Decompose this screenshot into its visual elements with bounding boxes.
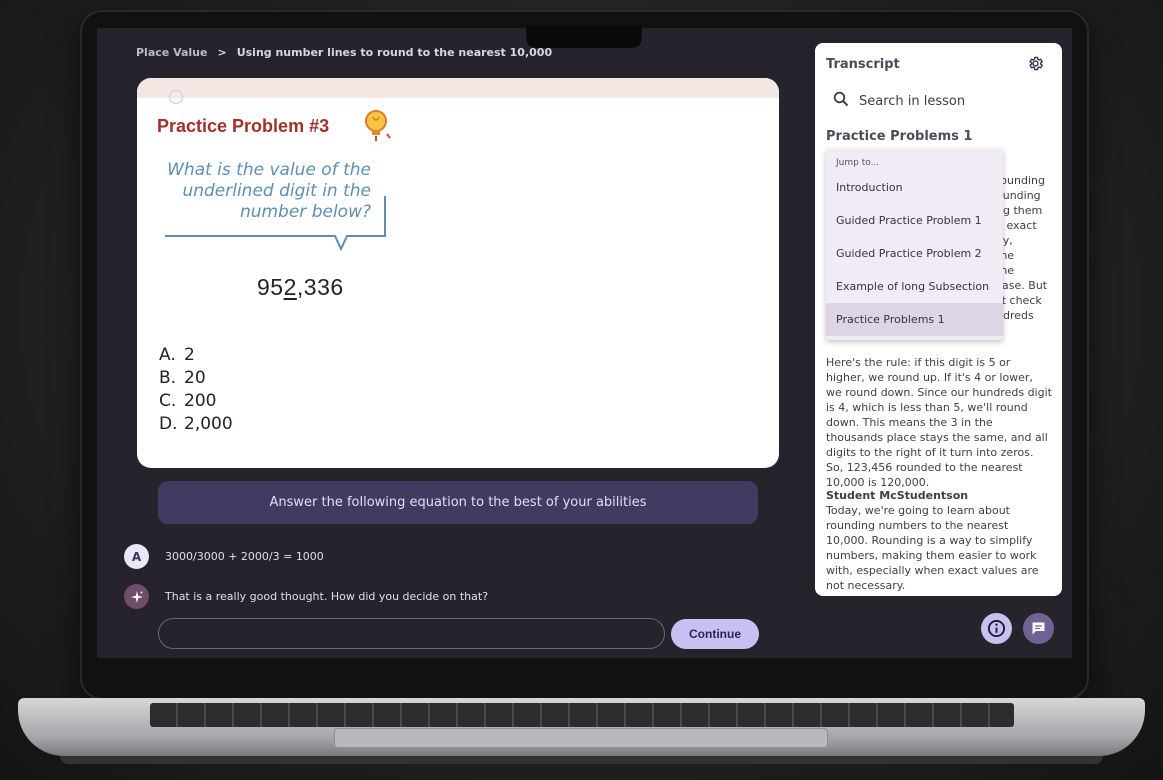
option-letter: D.	[159, 414, 178, 434]
transcript-entry: Student McStudentson Today, we're going …	[826, 488, 1052, 593]
problem-title: Practice Problem #3	[157, 116, 330, 136]
lightbulb-icon	[361, 108, 391, 146]
jump-item-long-subsection[interactable]: Example of long Subsection	[826, 270, 1003, 303]
app-screen: Place Value > Using number lines to roun…	[97, 28, 1072, 658]
problem-number: 952,336	[257, 274, 344, 301]
user-message-text: 3000/3000 + 2000/3 = 1000	[165, 550, 324, 563]
card-indicator	[169, 90, 183, 104]
option-c[interactable]: C. 200	[159, 390, 233, 413]
gear-icon[interactable]	[1027, 55, 1044, 76]
transcript-line: n exact	[996, 219, 1037, 232]
transcript-panel: Transcript Search in lesson Practice Pro…	[815, 43, 1062, 596]
transcript-speaker: Student McStudentson	[826, 489, 969, 502]
option-value: 20	[184, 368, 206, 388]
option-letter: C.	[159, 391, 177, 411]
chat-message-user: A 3000/3000 + 2000/3 = 1000	[124, 544, 324, 569]
transcript-line: the	[996, 249, 1015, 262]
transcript-line: ng them	[996, 204, 1043, 217]
instruction-banner: Answer the following equation to the bes…	[158, 481, 758, 524]
breadcrumb-separator: >	[217, 46, 227, 59]
option-letter: B.	[159, 368, 177, 388]
option-letter: A.	[159, 345, 176, 365]
jump-to-dropdown: Jump to... Introduction Guided Practice …	[826, 149, 1003, 340]
jump-item-practice-problems-1[interactable]: Practice Problems 1	[826, 303, 1003, 336]
user-avatar: A	[124, 544, 149, 569]
answer-input[interactable]	[158, 618, 665, 649]
transcript-paragraph-rule: Here's the rule: if this digit is 5 or h…	[826, 356, 1052, 489]
laptop-foot	[60, 756, 1103, 764]
option-d[interactable]: D. 2,000	[159, 413, 233, 436]
option-value: 2	[184, 345, 195, 365]
transcript-line: st check	[996, 294, 1042, 307]
transcript-line: the	[996, 264, 1015, 277]
transcript-line: case. But	[996, 279, 1048, 292]
speech-bubble-outline	[165, 196, 386, 252]
card-header-strip	[137, 78, 779, 104]
jump-to-label: Jump to...	[836, 158, 880, 168]
search-input-placeholder: Search in lesson	[859, 93, 966, 109]
chat-message-ai: That is a really good thought. How did y…	[124, 584, 488, 609]
transcript-paragraph-student: Today, we're going to learn about roundi…	[826, 504, 1039, 592]
continue-button[interactable]: Continue	[671, 619, 759, 649]
number-prefix: 95	[257, 274, 284, 300]
breadcrumb: Place Value > Using number lines to roun…	[136, 46, 552, 59]
transcript-line: ay,	[996, 234, 1013, 247]
jump-item-guided-practice-2[interactable]: Guided Practice Problem 2	[826, 237, 1003, 270]
trackpad	[334, 728, 828, 748]
transcript-section-title: Practice Problems 1	[826, 129, 973, 144]
answer-options: A. 2 B. 20 C. 200 D. 2,000	[159, 344, 233, 436]
keyboard	[150, 703, 1014, 727]
transcript-line: rounding	[996, 174, 1045, 187]
breadcrumb-current: Using number lines to round to the neare…	[236, 46, 553, 59]
jump-item-introduction[interactable]: Introduction	[826, 171, 1003, 204]
info-icon[interactable]	[981, 613, 1012, 644]
option-a[interactable]: A. 2	[159, 344, 233, 367]
jump-item-guided-practice-1[interactable]: Guided Practice Problem 1	[826, 204, 1003, 237]
camera-notch	[526, 26, 642, 48]
ai-message-text: That is a really good thought. How did y…	[165, 590, 489, 603]
number-suffix: ,336	[296, 274, 344, 300]
sparkle-icon	[124, 584, 149, 609]
problem-card: Practice Problem #3 What is the value of…	[137, 78, 779, 468]
transcript-title: Transcript	[826, 57, 900, 72]
transcript-line: ndreds	[996, 309, 1034, 322]
option-value: 200	[184, 391, 217, 411]
option-value: 2,000	[184, 414, 233, 434]
breadcrumb-parent[interactable]: Place Value	[136, 46, 207, 59]
transcript-search[interactable]: Search in lesson	[833, 91, 965, 111]
chat-icon[interactable]	[1023, 613, 1054, 644]
option-b[interactable]: B. 20	[159, 367, 233, 390]
search-icon	[833, 91, 849, 111]
number-underlined-digit: 2	[283, 274, 297, 300]
transcript-line: ounding	[996, 189, 1041, 202]
